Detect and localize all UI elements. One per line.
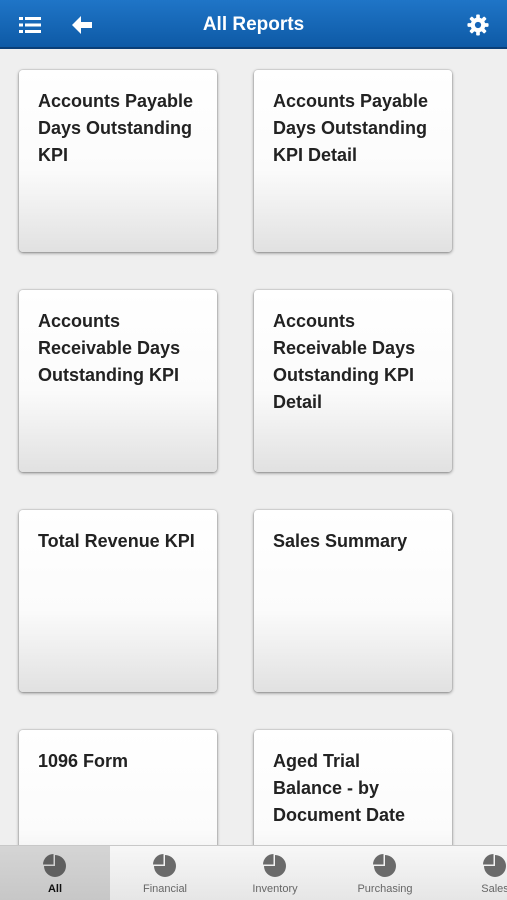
tab-all[interactable]: All <box>0 846 110 900</box>
tab-label: Inventory <box>252 883 298 895</box>
report-tile-label: Accounts Receivable Days Outstanding KPI… <box>273 311 416 412</box>
pie-chart-icon <box>153 854 176 877</box>
report-tile-label: Accounts Receivable Days Outstanding KPI <box>38 311 181 385</box>
report-tile-label: 1096 Form <box>38 751 129 771</box>
report-tile[interactable]: Sales Summary <box>254 510 452 692</box>
settings-button[interactable] <box>458 0 498 49</box>
back-button[interactable] <box>62 0 102 49</box>
tab-sales[interactable]: Sales <box>440 846 507 900</box>
list-menu-icon <box>19 16 41 33</box>
report-tile-label: Accounts Payable Days Outstanding KPI <box>38 91 194 165</box>
report-tile[interactable]: Accounts Payable Days Outstanding KPI De… <box>254 70 452 252</box>
pie-chart-icon <box>373 854 396 877</box>
report-tile[interactable]: 1096 Form <box>19 730 217 845</box>
report-grid: Accounts Payable Days Outstanding KPI Ac… <box>0 49 507 845</box>
report-tile-label: Accounts Payable Days Outstanding KPI De… <box>273 91 429 165</box>
tab-financial[interactable]: Financial <box>110 846 220 900</box>
report-tile-label: Total Revenue KPI <box>38 531 195 551</box>
report-tile-label: Aged Trial Balance - by Document Date <box>273 751 406 825</box>
tab-purchasing[interactable]: Purchasing <box>330 846 440 900</box>
report-tile[interactable]: Accounts Receivable Days Outstanding KPI… <box>254 290 452 472</box>
pie-chart-icon <box>483 854 506 877</box>
top-nav-bar: All Reports <box>0 0 507 49</box>
tab-label: Sales <box>481 883 507 895</box>
tab-label: Purchasing <box>357 883 413 895</box>
report-tile[interactable]: Total Revenue KPI <box>19 510 217 692</box>
report-tile-label: Sales Summary <box>273 531 408 551</box>
tab-label: All <box>47 883 63 895</box>
gear-icon <box>467 13 489 36</box>
arrow-left-icon <box>72 15 92 34</box>
pie-chart-icon <box>263 854 286 877</box>
report-tile[interactable]: Accounts Receivable Days Outstanding KPI <box>19 290 217 472</box>
tab-label: Financial <box>142 883 188 895</box>
menu-button[interactable] <box>10 0 50 49</box>
report-tile[interactable]: Accounts Payable Days Outstanding KPI <box>19 70 217 252</box>
bottom-tab-bar: All Financial Inventory Purchasing Sales <box>0 845 507 900</box>
report-tile[interactable]: Aged Trial Balance - by Document Date <box>254 730 452 845</box>
tab-inventory[interactable]: Inventory <box>220 846 330 900</box>
pie-chart-icon <box>43 854 66 877</box>
